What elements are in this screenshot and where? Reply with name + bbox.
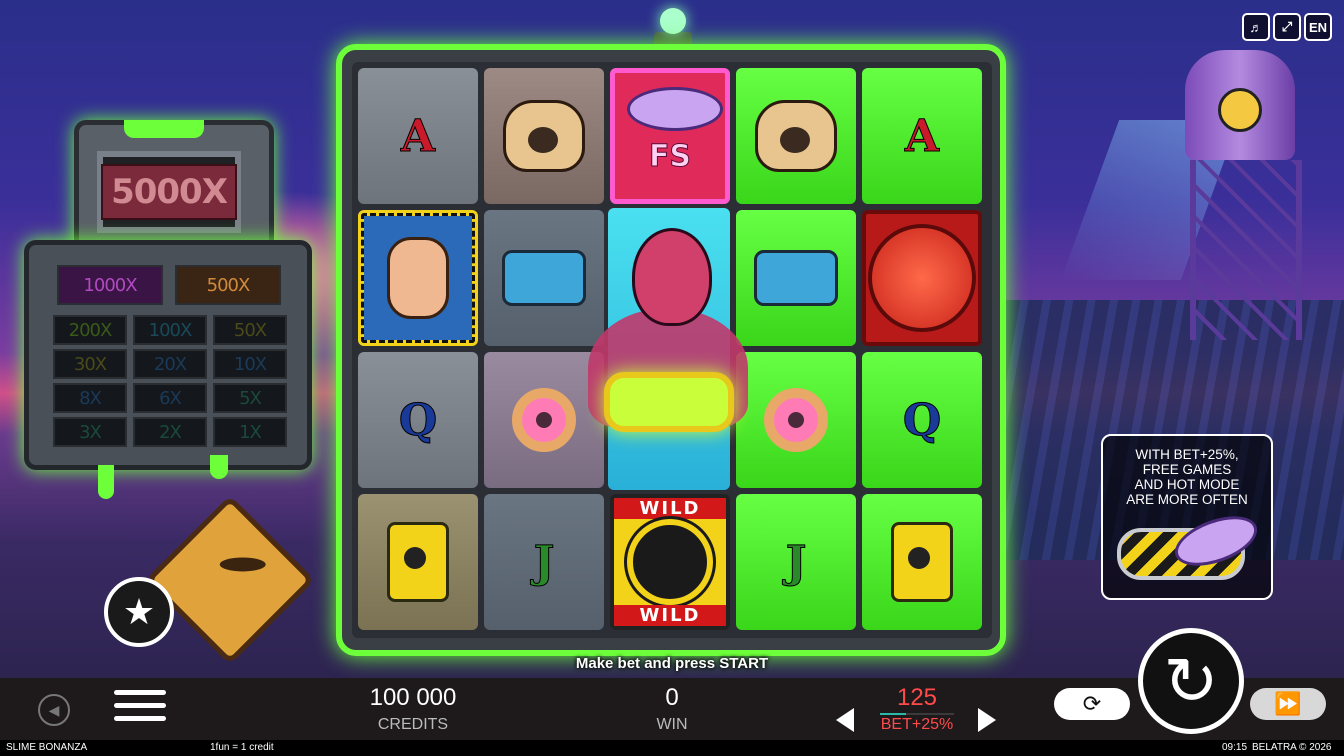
- multiplier-cell: 50X: [213, 315, 287, 345]
- radioactive-barrel-icon: [891, 522, 953, 602]
- favorites-button[interactable]: ★: [104, 577, 174, 647]
- symbol-shutter: [862, 210, 982, 346]
- star-icon: ★: [122, 591, 156, 632]
- multiplier-500x: 500X: [175, 265, 281, 305]
- win-label: WIN: [656, 716, 688, 733]
- symbol-barrel: [862, 494, 982, 630]
- symbol-a: A: [358, 68, 478, 204]
- spin-button[interactable]: ↻: [1138, 628, 1244, 734]
- symbol-farmer: [358, 210, 478, 346]
- status-bar: SLIME BONANZA 1fun = 1 credit 09:15 BELA…: [0, 740, 1344, 756]
- multiplier-cell: 20X: [133, 349, 207, 379]
- symbol-a: A: [862, 68, 982, 204]
- multiplier-cell: 10X: [213, 349, 287, 379]
- symbol-alien: [588, 208, 748, 490]
- turbo-icon: ⏩: [1274, 691, 1302, 717]
- multiplier-1000x: 1000X: [57, 265, 163, 305]
- symbol-ray-gun: [484, 210, 604, 346]
- multiplier-cell: 200X: [53, 315, 127, 345]
- ufo-icon: [627, 87, 723, 131]
- bet-decrease-button[interactable]: [836, 708, 854, 732]
- symbol-j: J: [484, 494, 604, 630]
- symbol-q: Q: [862, 352, 982, 488]
- symbol-ray-gun: [736, 210, 856, 346]
- pug-icon: [755, 100, 837, 172]
- symbol-wild: WILD WILD: [610, 494, 730, 630]
- donut-icon: [764, 388, 828, 452]
- multiplier-cell: 1X: [213, 417, 287, 447]
- alarm-lamp: [660, 8, 686, 34]
- multiplier-cell: 2X: [133, 417, 207, 447]
- multiplier-cell: 30X: [53, 349, 127, 379]
- multiplier-cell: 100X: [133, 315, 207, 345]
- symbol-free-spins: FS: [610, 68, 730, 204]
- multiplier-panel: 1000X 500X 200X 100X 50X 30X 20X 10X 8X …: [24, 240, 312, 470]
- credit-rate: 1fun = 1 credit: [210, 742, 274, 753]
- copyright: BELATRA © 2026: [1252, 742, 1332, 753]
- paytable: 5000X 1000X 500X 200X 100X 50X 30X 20X 1…: [24, 120, 312, 499]
- water-tower: [1180, 30, 1302, 340]
- ray-gun-icon: [502, 250, 586, 306]
- donut-icon: [512, 388, 576, 452]
- bet-value: 125: [896, 684, 938, 711]
- ray-gun-icon: [754, 250, 838, 306]
- slime-capsule-icon: [604, 372, 734, 432]
- bet-label: BET+25%: [880, 716, 954, 733]
- menu-icon: [114, 690, 166, 695]
- jackpot-multiplier: 5000X: [101, 164, 237, 220]
- autoplay-icon: ⟳: [1082, 691, 1102, 717]
- credits-value: 100 000: [369, 684, 457, 711]
- fullscreen-icon: ⤢: [1281, 19, 1293, 34]
- symbol-j: J: [736, 494, 856, 630]
- shutter-icon: [868, 224, 976, 332]
- symbol-barrel: [358, 494, 478, 630]
- farmer-icon: [387, 237, 449, 319]
- bet-increase-button[interactable]: [978, 708, 996, 732]
- symbol-pug: [484, 68, 604, 204]
- radiation-icon: [627, 519, 713, 605]
- alien-icon: [632, 228, 712, 326]
- spin-icon: ↻: [1163, 642, 1219, 720]
- multiplier-cell: 6X: [133, 383, 207, 413]
- speaker-icon: ♬: [1249, 19, 1263, 35]
- back-button[interactable]: ◀: [38, 694, 70, 726]
- multiplier-cell: 3X: [53, 417, 127, 447]
- radioactive-barrel-icon: [387, 522, 449, 602]
- win-value: 0: [665, 684, 679, 711]
- autoplay-button[interactable]: ⟳: [1054, 688, 1130, 720]
- pug-icon: [503, 100, 585, 172]
- symbol-donut: [736, 352, 856, 488]
- game-name: SLIME BONANZA: [6, 742, 88, 753]
- symbol-pug: [736, 68, 856, 204]
- sound-button[interactable]: ♬: [1242, 13, 1270, 41]
- radiation-icon: [1218, 88, 1262, 132]
- fullscreen-button[interactable]: ⤢: [1273, 13, 1301, 41]
- menu-button[interactable]: [114, 690, 166, 722]
- credits-label: CREDITS: [377, 716, 449, 733]
- multiplier-cell: 8X: [53, 383, 127, 413]
- bet-boost-promo[interactable]: WITH BET+25%, FREE GAMES AND HOT MODE AR…: [1101, 434, 1273, 600]
- symbol-donut: [484, 352, 604, 488]
- multiplier-cell: 5X: [213, 383, 287, 413]
- back-icon: ◀: [48, 701, 60, 718]
- language-button[interactable]: EN: [1304, 13, 1332, 41]
- turbo-button[interactable]: ⏩: [1250, 688, 1326, 720]
- symbol-q: Q: [358, 352, 478, 488]
- clock: 09:15: [1222, 742, 1248, 753]
